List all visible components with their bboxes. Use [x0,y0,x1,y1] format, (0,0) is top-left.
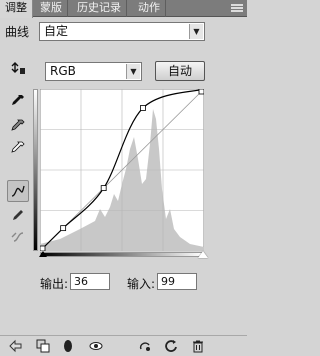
preset-value: 自定 [44,24,69,38]
pencil-icon[interactable] [7,204,29,226]
target-adjust-icon[interactable] [7,58,29,80]
smooth-icon[interactable] [7,226,29,248]
bottom-toolbar [0,335,247,356]
curve-point-4[interactable] [198,89,204,95]
input-field[interactable]: 99 [157,273,197,290]
reset-icon[interactable] [163,338,179,354]
black-point-eyedropper-icon[interactable] [7,90,29,112]
tab-actions[interactable]: 动作 [133,0,166,17]
panel-menu-icon[interactable] [231,4,243,13]
curves-graph[interactable] [40,89,204,251]
tab-adjustments[interactable]: 调整 [0,0,33,18]
panel-tab-bar: 调整 蒙版 历史记录 动作 [0,0,247,18]
output-field[interactable]: 36 [70,273,110,290]
channel-value: RGB [50,64,76,78]
curves-title: 曲线 [5,25,30,39]
input-label: 输入: [127,277,156,291]
curve-point-2[interactable] [100,185,107,192]
gray-point-eyedropper-icon[interactable] [7,115,29,137]
delete-icon[interactable] [190,338,206,354]
chevron-down-icon: ▼ [189,24,203,39]
back-arrow-icon[interactable] [8,338,24,354]
black-point-slider[interactable] [39,251,47,257]
chevron-down-icon: ▼ [126,64,140,79]
previous-state-icon[interactable] [137,338,153,354]
white-point-slider[interactable] [198,251,208,258]
channel-dropdown[interactable]: RGB ▼ [45,62,142,81]
auto-button[interactable]: 自动 [155,61,205,81]
output-gradient-bar [33,89,38,251]
preset-dropdown[interactable]: 自定 ▼ [39,22,205,41]
visibility-eye-icon[interactable] [88,338,104,354]
curve-point-3[interactable] [140,105,146,111]
eye-mask-icon[interactable] [60,338,76,354]
clip-layer-icon[interactable] [35,338,51,354]
tab-masks[interactable]: 蒙版 [35,0,68,17]
input-gradient-bar [40,252,204,257]
tab-history[interactable]: 历史记录 [72,0,127,17]
white-point-eyedropper-icon[interactable] [7,137,29,159]
output-label: 输出: [40,277,69,291]
curve-points-icon[interactable] [7,180,29,202]
curve-point-1[interactable] [60,225,67,232]
